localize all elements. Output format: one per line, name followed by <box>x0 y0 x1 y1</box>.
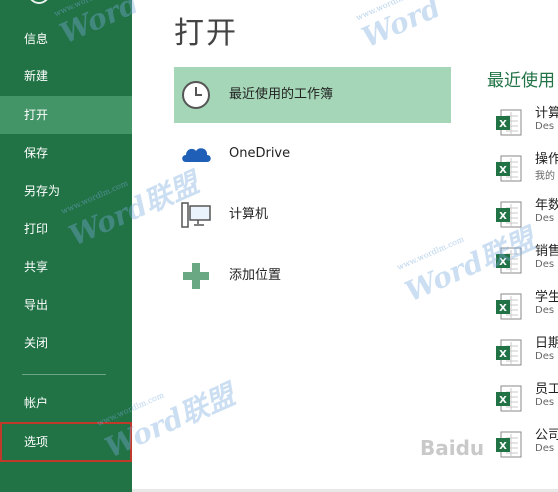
sidebar-item-save[interactable]: 保存 <box>0 134 132 172</box>
recent-file-row[interactable]: X 公司 Des <box>494 422 558 460</box>
excel-file-icon: X <box>496 293 522 320</box>
computer-icon <box>181 202 211 228</box>
backstage-open-view: 信息 新建 打开 保存 另存为 打印 共享 导出 关闭 帐户 选项 打开 最近使… <box>0 0 558 492</box>
watermark: www.wordlm.comWord <box>354 0 446 55</box>
file-name: 员工 <box>535 382 558 397</box>
file-path: Des <box>535 351 555 362</box>
file-name: 计算 <box>535 106 558 121</box>
svg-text:X: X <box>499 303 507 314</box>
file-path: Des <box>535 213 555 224</box>
file-path: 我的 <box>535 171 555 182</box>
sidebar-item-open[interactable]: 打开 <box>0 96 132 134</box>
back-arrow-icon[interactable] <box>28 0 50 4</box>
recent-file-row[interactable]: X 学生 Des <box>494 284 558 322</box>
recent-file-row[interactable]: X 日期 Des <box>494 330 558 368</box>
place-onedrive[interactable]: OneDrive <box>174 126 451 182</box>
recent-file-row[interactable]: X 年数 Des <box>494 192 558 230</box>
sidebar-item-options[interactable]: 选项 <box>0 422 132 462</box>
file-path: Des <box>535 259 555 270</box>
place-add-location[interactable]: 添加位置 <box>174 248 451 304</box>
sidebar-item-account[interactable]: 帐户 <box>0 384 132 422</box>
file-path: Des <box>535 305 555 316</box>
file-name: 学生 <box>535 290 558 305</box>
recent-file-row[interactable]: X 销售 Des <box>494 238 558 276</box>
excel-file-icon: X <box>496 201 522 228</box>
excel-file-icon: X <box>496 155 522 182</box>
sidebar-item-new[interactable]: 新建 <box>0 57 132 95</box>
file-path: Des <box>535 121 555 132</box>
svg-text:X: X <box>499 211 507 222</box>
file-name: 日期 <box>535 336 558 351</box>
sidebar-item-share[interactable]: 共享 <box>0 248 132 286</box>
plus-icon <box>183 263 209 289</box>
file-name: 操作 <box>535 152 558 167</box>
svg-text:X: X <box>499 441 507 452</box>
place-label: 添加位置 <box>229 268 282 283</box>
watermark-url: www.wordlm.com <box>354 0 425 23</box>
cloud-icon <box>182 148 211 162</box>
sidebar-divider <box>22 374 106 375</box>
recent-title: 最近使用 <box>487 71 555 91</box>
sidebar-item-info[interactable]: 信息 <box>0 20 132 58</box>
place-label: 计算机 <box>229 207 269 222</box>
place-label: OneDrive <box>229 146 291 161</box>
recent-file-row[interactable]: X 员工 Des <box>494 376 558 414</box>
sidebar-item-export[interactable]: 导出 <box>0 286 132 324</box>
svg-text:X: X <box>499 165 507 176</box>
excel-file-icon: X <box>496 431 522 458</box>
excel-file-icon: X <box>496 339 522 366</box>
file-name: 销售 <box>535 244 558 259</box>
excel-file-icon: X <box>496 247 522 274</box>
place-computer[interactable]: 计算机 <box>174 187 451 243</box>
svg-text:X: X <box>499 395 507 406</box>
excel-file-icon: X <box>496 109 522 136</box>
baidu-watermark: Baidu <box>420 436 485 460</box>
excel-file-icon: X <box>496 385 522 412</box>
recent-file-row[interactable]: X 操作 我的 <box>494 146 558 184</box>
sidebar-item-save-as[interactable]: 另存为 <box>0 172 132 210</box>
sidebar-item-close[interactable]: 关闭 <box>0 324 132 362</box>
backstage-sidebar: 信息 新建 打开 保存 另存为 打印 共享 导出 关闭 帐户 选项 <box>0 0 132 492</box>
svg-text:X: X <box>499 119 507 130</box>
place-recent-workbooks[interactable]: 最近使用的工作簿 <box>174 67 451 123</box>
clock-icon <box>182 81 210 109</box>
svg-text:X: X <box>499 257 507 268</box>
page-title: 打开 <box>174 16 238 51</box>
watermark-brand: Word <box>356 0 446 55</box>
file-name: 公司 <box>535 428 558 443</box>
svg-text:X: X <box>499 349 507 360</box>
place-label: 最近使用的工作簿 <box>229 87 334 102</box>
sidebar-item-print[interactable]: 打印 <box>0 210 132 248</box>
recent-file-row[interactable]: X 计算 Des <box>494 100 558 138</box>
file-name: 年数 <box>535 198 558 213</box>
file-path: Des <box>535 443 555 454</box>
file-path: Des <box>535 397 555 408</box>
